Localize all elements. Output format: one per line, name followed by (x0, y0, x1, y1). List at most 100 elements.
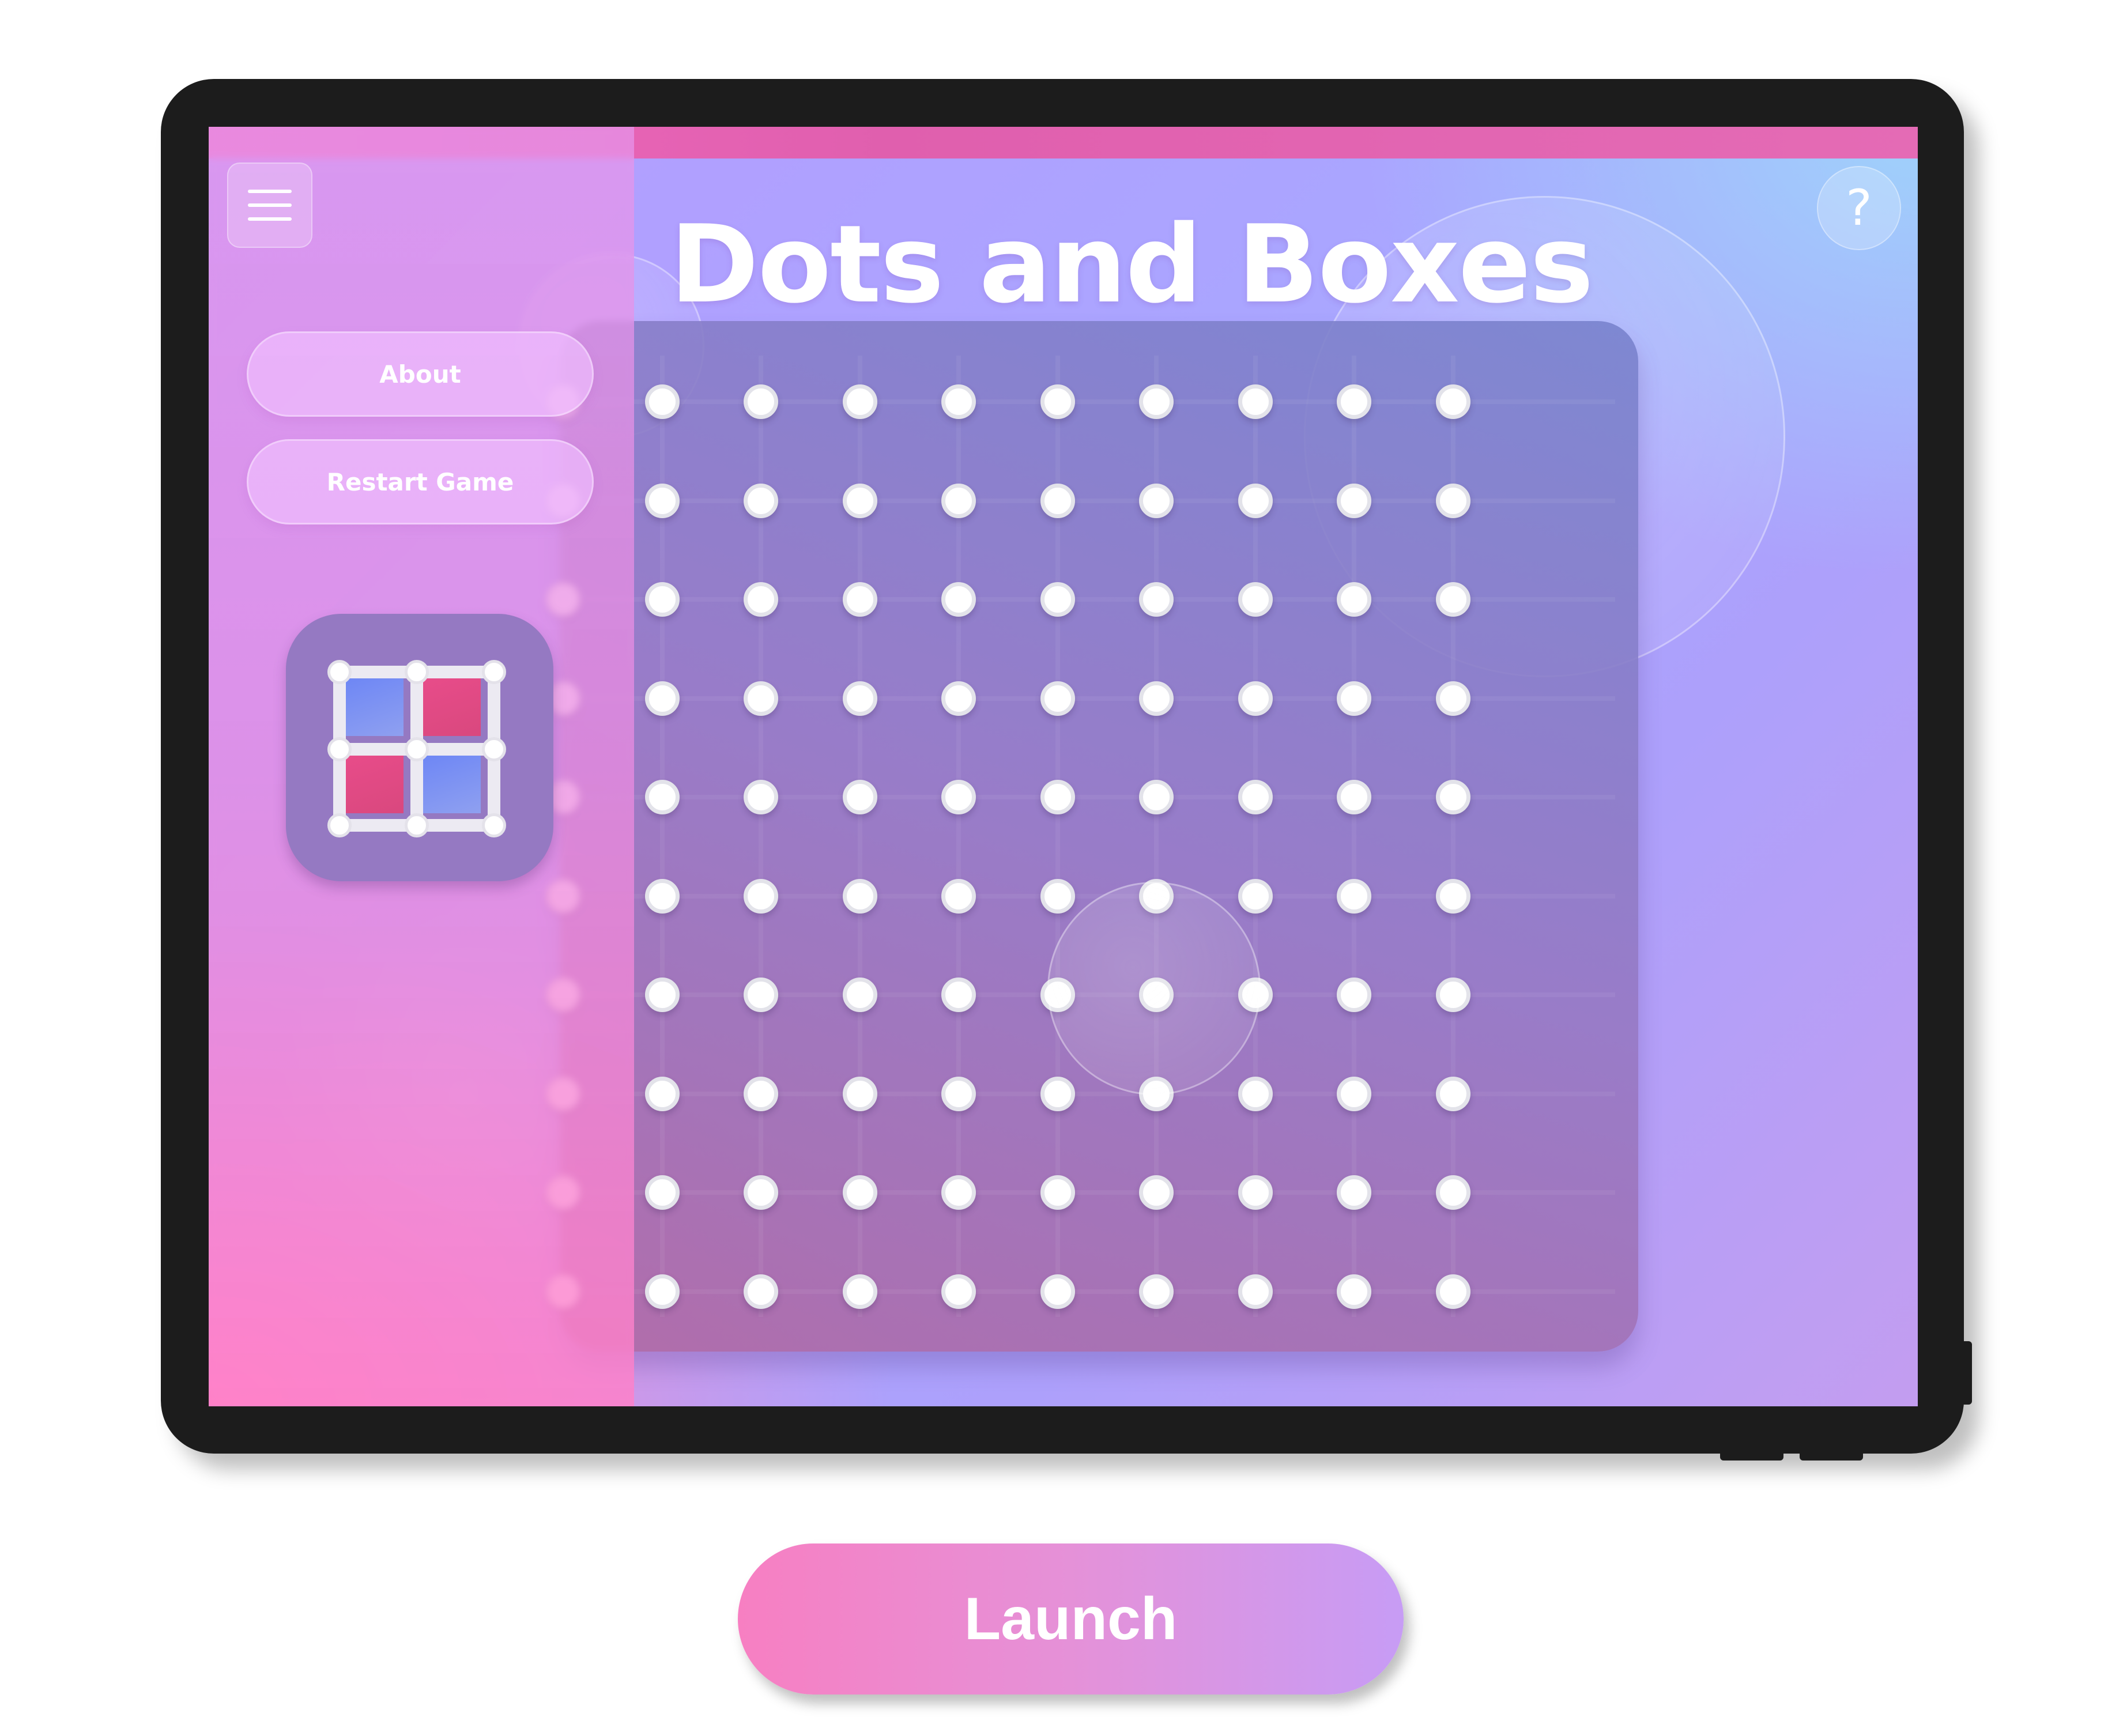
board-dot[interactable] (744, 878, 778, 914)
board-dot[interactable] (1238, 1175, 1273, 1210)
board-dot[interactable] (1040, 780, 1075, 814)
board-dot[interactable] (744, 978, 778, 1012)
board-dot[interactable] (842, 978, 877, 1012)
board-dot[interactable] (1040, 681, 1075, 716)
board-dot[interactable] (1337, 483, 1371, 518)
board-dot[interactable] (1337, 1175, 1371, 1210)
board-dot[interactable] (941, 681, 976, 716)
page-title: Dots and Boxes (670, 202, 1594, 327)
board-dot[interactable] (744, 1175, 778, 1210)
board-dot[interactable] (1435, 483, 1470, 518)
icon-dot (482, 660, 506, 684)
board-dot[interactable] (644, 1076, 680, 1111)
menu-button[interactable] (227, 163, 312, 248)
board-dot[interactable] (842, 582, 877, 617)
board-dot[interactable] (1040, 582, 1075, 617)
launch-button[interactable]: Launch (738, 1543, 1404, 1695)
board-dot[interactable] (644, 483, 680, 518)
board-dot[interactable] (1435, 681, 1470, 716)
board-dot[interactable] (1238, 878, 1273, 914)
board-dot[interactable] (744, 384, 778, 419)
board-dot[interactable] (1238, 1274, 1273, 1309)
board-dot[interactable] (842, 878, 877, 914)
board-dot[interactable] (1238, 384, 1273, 419)
board-dot[interactable] (941, 384, 976, 419)
board-dot[interactable] (1040, 1076, 1075, 1111)
game-board[interactable] (546, 321, 1638, 1352)
about-button[interactable]: About (247, 331, 594, 417)
board-dot[interactable] (744, 1076, 778, 1111)
board-dot[interactable] (1139, 780, 1174, 814)
board-dot[interactable] (1040, 1274, 1075, 1309)
board-dot[interactable] (1238, 483, 1273, 518)
board-dot[interactable] (644, 978, 680, 1012)
icon-dot (405, 660, 429, 684)
board-dot[interactable] (941, 1076, 976, 1111)
board-dot[interactable] (1238, 1076, 1273, 1111)
board-dot[interactable] (1435, 384, 1470, 419)
icon-dot (405, 813, 429, 837)
board-dot[interactable] (1435, 1274, 1470, 1309)
board-dot[interactable] (644, 681, 680, 716)
board-dot[interactable] (1435, 878, 1470, 914)
board-dot[interactable] (941, 780, 976, 814)
red-box (345, 754, 404, 813)
board-dot[interactable] (1337, 1076, 1371, 1111)
board-dot[interactable] (1238, 681, 1273, 716)
board-dot[interactable] (842, 384, 877, 419)
board-dot[interactable] (842, 1076, 877, 1111)
board-dot[interactable] (1337, 384, 1371, 419)
board-dot[interactable] (1435, 780, 1470, 814)
board-dot[interactable] (941, 1274, 976, 1309)
board-dot[interactable] (1139, 384, 1174, 419)
board-dot[interactable] (1337, 1274, 1371, 1309)
board-dot[interactable] (1040, 384, 1075, 419)
launch-button-label: Launch (964, 1585, 1178, 1652)
restart-game-button[interactable]: Restart Game (247, 439, 594, 524)
board-dot[interactable] (842, 1175, 877, 1210)
board-dot[interactable] (1337, 780, 1371, 814)
board-dot[interactable] (1238, 780, 1273, 814)
icon-dot (482, 737, 506, 761)
board-dot[interactable] (1337, 978, 1371, 1012)
board-dot[interactable] (644, 1274, 680, 1309)
board-dot[interactable] (842, 780, 877, 814)
board-dot[interactable] (1139, 1175, 1174, 1210)
board-dot[interactable] (842, 681, 877, 716)
board-dot[interactable] (1337, 681, 1371, 716)
board-dot[interactable] (644, 384, 680, 419)
board-dot[interactable] (1435, 978, 1470, 1012)
board-dot[interactable] (1337, 582, 1371, 617)
board-dot[interactable] (941, 483, 976, 518)
board-dot[interactable] (1040, 878, 1075, 914)
decorative-bubble (1047, 882, 1261, 1095)
board-dot[interactable] (941, 978, 976, 1012)
board-dot[interactable] (744, 483, 778, 518)
board-dot[interactable] (941, 878, 976, 914)
board-dot[interactable] (644, 582, 680, 617)
board-dot[interactable] (644, 780, 680, 814)
help-button[interactable]: ? (1817, 166, 1901, 250)
board-dot[interactable] (744, 780, 778, 814)
board-dot[interactable] (842, 483, 877, 518)
board-dot[interactable] (1139, 1274, 1174, 1309)
board-dot[interactable] (842, 1274, 877, 1309)
board-dot[interactable] (744, 582, 778, 617)
board-dot[interactable] (744, 1274, 778, 1309)
board-dot[interactable] (1337, 878, 1371, 914)
board-dot[interactable] (1040, 1175, 1075, 1210)
board-dot[interactable] (1435, 1076, 1470, 1111)
board-dot[interactable] (941, 582, 976, 617)
board-dot[interactable] (1139, 582, 1174, 617)
board-dot[interactable] (1435, 582, 1470, 617)
board-dot[interactable] (1238, 582, 1273, 617)
hamburger-menu-icon (248, 217, 292, 221)
board-dot[interactable] (1040, 483, 1075, 518)
board-dot[interactable] (941, 1175, 976, 1210)
board-dot[interactable] (644, 1175, 680, 1210)
board-dot[interactable] (744, 681, 778, 716)
board-dot[interactable] (1139, 483, 1174, 518)
board-dot[interactable] (1435, 1175, 1470, 1210)
board-dot[interactable] (644, 878, 680, 914)
board-dot[interactable] (1139, 681, 1174, 716)
